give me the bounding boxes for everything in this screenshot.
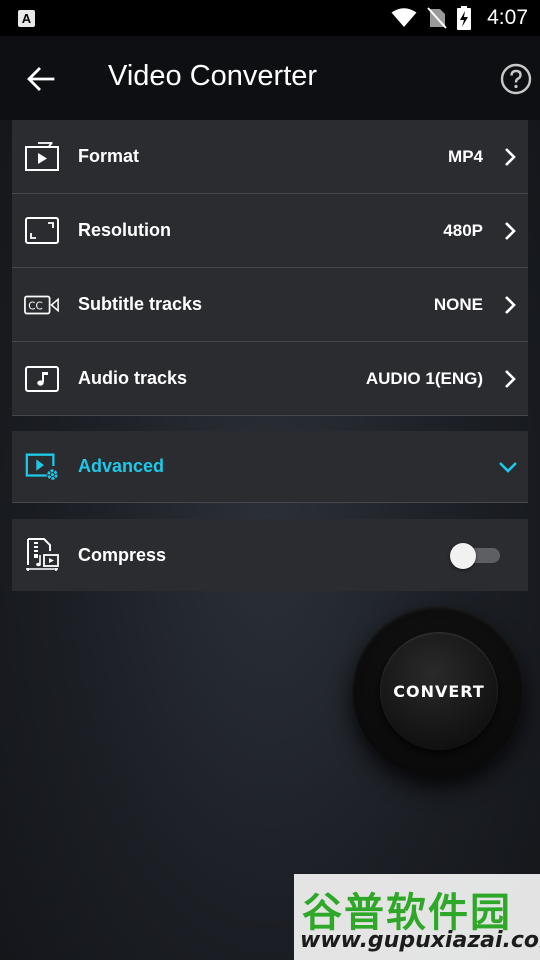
audio-tracks-row[interactable]: Audio tracks AUDIO 1(ENG) <box>12 342 528 416</box>
music-note-icon <box>24 364 60 394</box>
arrow-back-icon <box>27 67 55 91</box>
compress-toggle[interactable] <box>450 543 500 569</box>
chevron-right-icon <box>502 221 518 241</box>
subtitle-tracks-label: Subtitle tracks <box>78 294 203 314</box>
subtitle-tracks-value: NONE <box>433 294 483 314</box>
resolution-row[interactable]: Resolution 480P <box>12 194 528 268</box>
chevron-down-icon <box>498 457 518 477</box>
chevron-right-icon <box>502 369 518 389</box>
advanced-row[interactable]: Advanced <box>12 431 528 503</box>
page-title: Video Converter <box>108 60 318 92</box>
watermark-url: www.gupuxiazai.com <box>300 928 540 953</box>
advanced-label: Advanced <box>78 456 165 476</box>
compress-row[interactable]: Compress <box>12 519 528 591</box>
status-bar: A 4:07 <box>0 0 540 36</box>
compress-section: Compress <box>12 519 528 591</box>
video-file-icon <box>24 141 60 172</box>
video-settings-icon <box>24 452 60 482</box>
resolution-label: Resolution <box>78 220 171 240</box>
chevron-right-icon <box>502 147 518 167</box>
closed-caption-icon: CC <box>24 290 60 320</box>
advanced-section[interactable]: Advanced <box>12 431 528 503</box>
resolution-value: 480P <box>443 220 483 240</box>
svg-text:CC: CC <box>28 300 43 312</box>
convert-label: CONVERT <box>393 681 485 701</box>
compress-icon <box>24 538 60 571</box>
status-time: 4:07 <box>487 6 528 29</box>
app-bar: Video Converter <box>0 36 540 120</box>
resolution-icon <box>24 216 60 246</box>
toggle-thumb <box>450 543 476 569</box>
audio-tracks-value: AUDIO 1(ENG) <box>365 368 483 388</box>
back-button[interactable] <box>24 62 58 96</box>
help-circle-icon <box>500 63 532 95</box>
subtitle-tracks-row[interactable]: CC Subtitle tracks NONE <box>12 268 528 342</box>
compress-label: Compress <box>78 544 167 565</box>
no-sim-icon <box>427 7 447 29</box>
audio-tracks-label: Audio tracks <box>78 368 188 388</box>
settings-card: Format MP4 Resolution 480P CC Subtitle t… <box>12 120 528 416</box>
format-value: MP4 <box>448 146 483 166</box>
chevron-right-icon <box>502 295 518 315</box>
format-label: Format <box>78 146 140 166</box>
format-row[interactable]: Format MP4 <box>12 120 528 194</box>
convert-button-ring: CONVERT <box>352 606 524 778</box>
help-button[interactable] <box>499 62 533 96</box>
convert-button[interactable]: CONVERT <box>380 632 498 750</box>
wifi-icon <box>391 8 417 27</box>
watermark: 谷普软件园 www.gupuxiazai.com <box>294 874 540 960</box>
notification-icon: A <box>18 9 35 27</box>
battery-charging-icon <box>457 6 472 30</box>
